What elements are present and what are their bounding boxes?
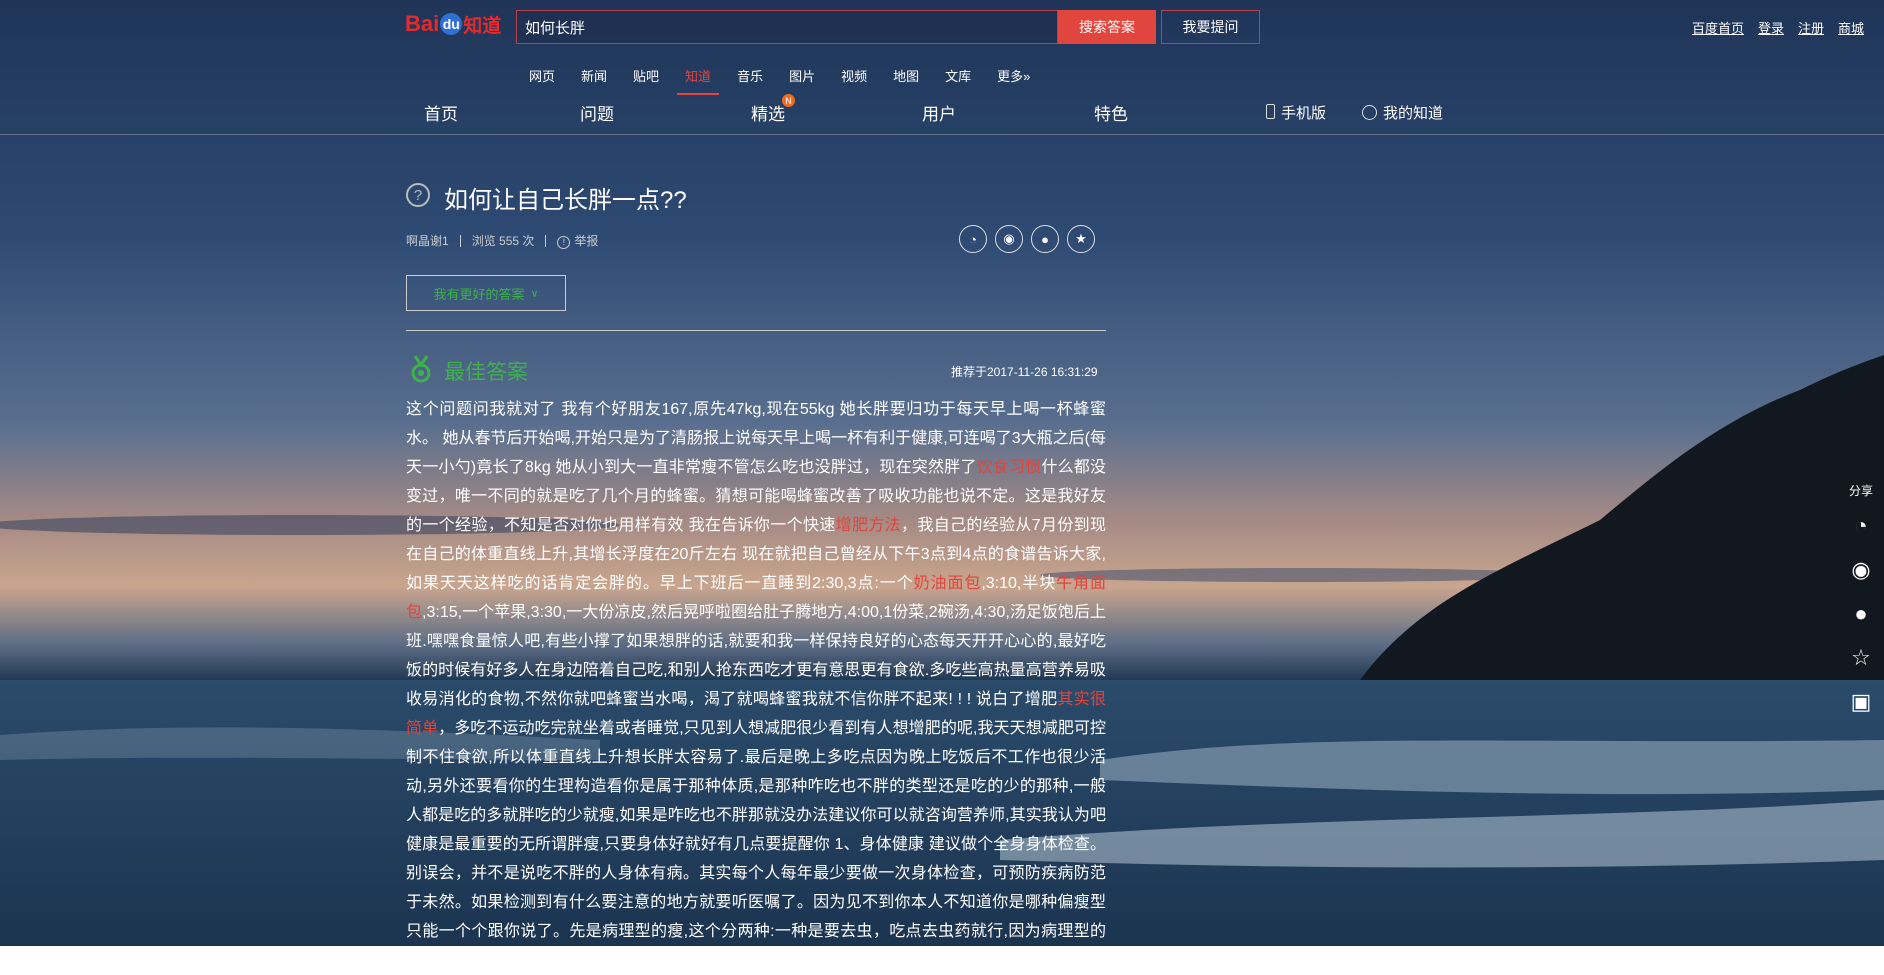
question-share-row: ◔ ◉ ● ★ — [959, 225, 1095, 253]
better-answer-button[interactable]: 我有更好的答案 ∨ — [406, 275, 566, 311]
logo-text-zhidao: 知道 — [463, 15, 502, 37]
nav-special[interactable]: 特色 — [1094, 100, 1128, 125]
nav-home[interactable]: 首页 — [424, 100, 458, 125]
side-share-label: 分享 — [1848, 484, 1873, 498]
chevron-down-icon: ∨ — [530, 287, 539, 300]
meta-divider — [545, 234, 547, 247]
link-register[interactable]: 注册 — [1798, 18, 1824, 37]
answer-text: ,3:15,一个苹果,3:30,一大份凉皮,然后晃呼啦圈给肚子腾地方,4:00,… — [406, 604, 1106, 708]
clipboard-icon[interactable]: ▣ — [1846, 689, 1876, 719]
search-answer-button[interactable]: 搜索答案 — [1058, 10, 1156, 44]
search-box[interactable] — [516, 10, 1058, 44]
wechat-icon: ◔ — [969, 231, 977, 247]
favorite-button[interactable]: ★ — [1067, 225, 1095, 253]
wechat-icon[interactable]: ◔ — [1846, 513, 1876, 543]
report-link[interactable]: ! 举报 — [557, 232, 598, 249]
section-divider — [406, 330, 1106, 331]
nav-mobile[interactable]: 手机版 — [1266, 102, 1326, 123]
answer-text: ,3:10,半块 — [981, 575, 1057, 592]
top-links: 百度首页 登录 注册 商城 — [1692, 18, 1864, 37]
nav-featured[interactable]: 精选 N — [751, 94, 795, 125]
channel-news[interactable]: 新闻 — [581, 66, 607, 85]
weibo-icon[interactable]: ◉ — [1846, 557, 1876, 587]
best-answer-label: 最佳答案 — [444, 361, 528, 384]
favorite-icon[interactable]: ☆ — [1846, 645, 1876, 675]
medal-icon — [411, 355, 431, 383]
channel-more[interactable]: 更多» — [997, 66, 1030, 85]
channel-music[interactable]: 音乐 — [737, 66, 763, 85]
recommended-time: 推荐于2017-11-26 16:31:29 — [951, 365, 1098, 379]
question-title: 如何让自己长胖一点?? — [444, 187, 687, 214]
link-login[interactable]: 登录 — [1758, 18, 1784, 37]
meta-divider — [459, 234, 461, 247]
channel-zhidao[interactable]: 知道 — [677, 66, 720, 95]
channel-tieba[interactable]: 贴吧 — [633, 66, 659, 85]
qq-share-button[interactable]: ● — [1031, 225, 1059, 253]
question-mark-icon: ? — [406, 183, 430, 207]
channel-nav: 网页 新闻 贴吧 知道 音乐 图片 视频 地图 文库 更多» — [529, 66, 1056, 95]
better-answer-label: 我有更好的答案 — [433, 286, 525, 302]
view-count: 浏览 555 次 — [471, 234, 535, 248]
nav-featured-label: 精选 — [751, 105, 785, 124]
baidu-zhidao-logo[interactable]: Bai du 知道 — [405, 6, 501, 42]
channel-wenku[interactable]: 文库 — [945, 66, 971, 85]
link-baidu-home[interactable]: 百度首页 — [1692, 18, 1744, 37]
logo-text-bai: Bai — [405, 11, 440, 36]
star-icon: ★ — [1075, 231, 1087, 246]
best-answer-content: 这个问题问我就对了 我有个好朋友167,原先47kg,现在55kg 她长胖要归功… — [406, 395, 1106, 975]
ask-question-button[interactable]: 我要提问 — [1161, 10, 1260, 44]
side-share-bar: 分享 ◔ ◉ ● ☆ ▣ — [1846, 482, 1876, 719]
wechat-share-button[interactable]: ◔ — [959, 225, 987, 253]
keyword-link[interactable]: 奶油面包 — [914, 575, 982, 592]
nav-my-zhidao-label: 我的知道 — [1383, 105, 1444, 122]
link-mall[interactable]: 商城 — [1838, 18, 1864, 37]
qq-icon[interactable]: ● — [1846, 601, 1876, 631]
search-input[interactable] — [517, 11, 1057, 43]
channel-web[interactable]: 网页 — [529, 66, 555, 85]
channel-map[interactable]: 地图 — [893, 66, 919, 85]
nav-mobile-label: 手机版 — [1281, 105, 1327, 122]
keyword-link[interactable]: 增肥方法 — [836, 517, 901, 534]
channel-images[interactable]: 图片 — [789, 66, 815, 85]
phone-icon — [1266, 104, 1275, 119]
keyword-link[interactable]: 饮食习惯 — [977, 459, 1042, 476]
answer-text: ，多吃不运动吃完就坐着或者睡觉,只见到人想减肥很少看到有人想增肥的呢,我天天想减… — [406, 720, 1106, 969]
new-badge: N — [782, 94, 795, 107]
report-label: 举报 — [574, 234, 599, 248]
question-meta: 啊晶谢1 浏览 555 次 ! 举报 — [406, 232, 598, 249]
asker-name[interactable]: 啊晶谢1 — [406, 232, 449, 249]
nav-users[interactable]: 用户 — [922, 100, 956, 125]
qq-icon: ● — [1041, 231, 1049, 247]
nav-my-zhidao[interactable]: 我的知道 — [1362, 102, 1443, 123]
nav-questions[interactable]: 问题 — [580, 100, 614, 125]
weibo-share-button[interactable]: ◉ — [995, 225, 1023, 253]
logo-paw-du: du — [440, 13, 463, 35]
weibo-icon: ◉ — [1003, 231, 1015, 246]
channel-video[interactable]: 视频 — [841, 66, 867, 85]
user-icon — [1362, 105, 1377, 120]
report-icon: ! — [557, 236, 571, 249]
main-nav: 首页 问题 精选 N 用户 特色 手机版 我的知道 — [0, 94, 1884, 135]
